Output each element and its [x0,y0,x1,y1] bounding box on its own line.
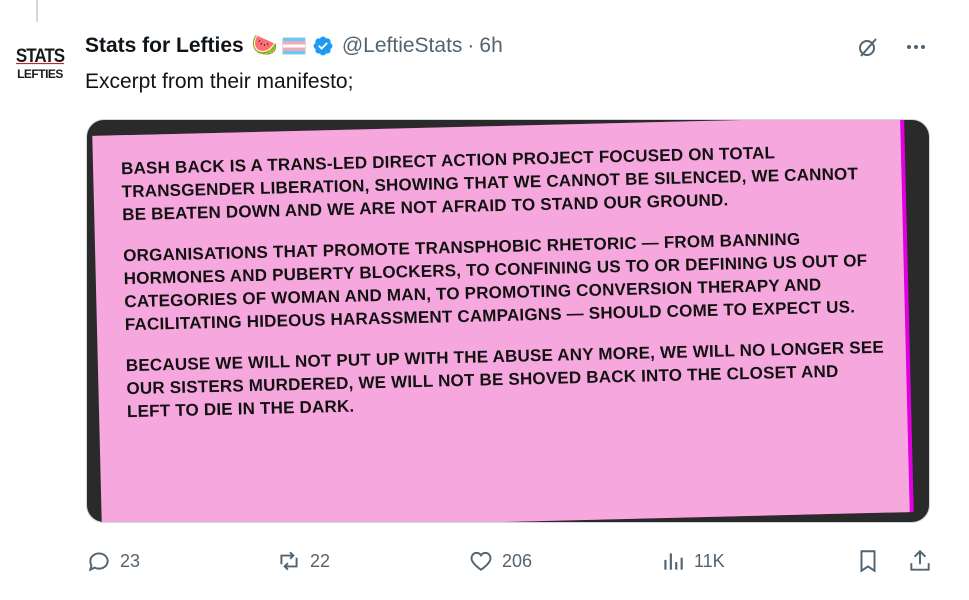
reply-count: 23 [120,550,141,571]
bookmark-icon [860,550,876,573]
manifesto-card: BASH BACK IS A TRANS-LED DIRECT ACTION P… [92,120,910,522]
tweet-top-actions [855,34,929,60]
watermelon-emoji: 🍉 [251,34,278,57]
grok-icon[interactable] [855,34,881,60]
tweet-media-image[interactable]: BASH BACK IS A TRANS-LED DIRECT ACTION P… [86,119,930,523]
avatar-text-top: STATS [15,44,65,66]
manifesto-paragraph: BECAUSE WE WILL NOT PUT UP WITH THE ABUS… [125,337,885,422]
manifesto-paragraph: ORGANISATIONS THAT PROMOTE TRANSPHOBIC R… [122,229,868,335]
like-button[interactable]: 206 [468,548,532,574]
separator-dot: · [467,34,475,57]
tweet-actions-bar: 23 22 206 11K [86,546,933,576]
avatar-text-bottom: LEFTIES [17,66,63,81]
share-button[interactable] [907,548,933,574]
trans-flag-icon [281,37,306,55]
author-name[interactable]: Stats for Lefties [85,34,244,58]
heart-icon [470,551,492,571]
views-count: 11K [694,550,725,571]
timestamp[interactable]: 6h [479,34,502,58]
reply-icon [88,552,109,572]
views-icon [664,553,683,570]
avatar[interactable]: STATS LEFTIES [12,42,68,84]
verified-badge-icon [313,36,333,56]
views-button[interactable]: 11K [660,548,725,574]
tweet-text: Excerpt from their manifesto; [85,70,354,93]
reply-button[interactable]: 23 [86,548,140,574]
manifesto-paragraph: BASH BACK IS A TRANS-LED DIRECT ACTION P… [120,143,859,225]
repost-button[interactable]: 22 [276,548,330,574]
thread-connector [36,0,38,22]
repost-count: 22 [310,550,331,571]
bookmark-button[interactable] [855,548,881,574]
repost-icon [280,551,298,571]
author-handle[interactable]: @LeftieStats [342,34,463,58]
share-icon [910,549,930,571]
like-count: 206 [502,550,533,571]
tweet-header: Stats for Lefties 🍉 @LeftieStats · 6h [85,33,503,59]
manifesto-text: BASH BACK IS A TRANS-LED DIRECT ACTION P… [121,139,888,441]
secondary-actions [855,546,933,576]
more-icon[interactable] [903,34,929,60]
